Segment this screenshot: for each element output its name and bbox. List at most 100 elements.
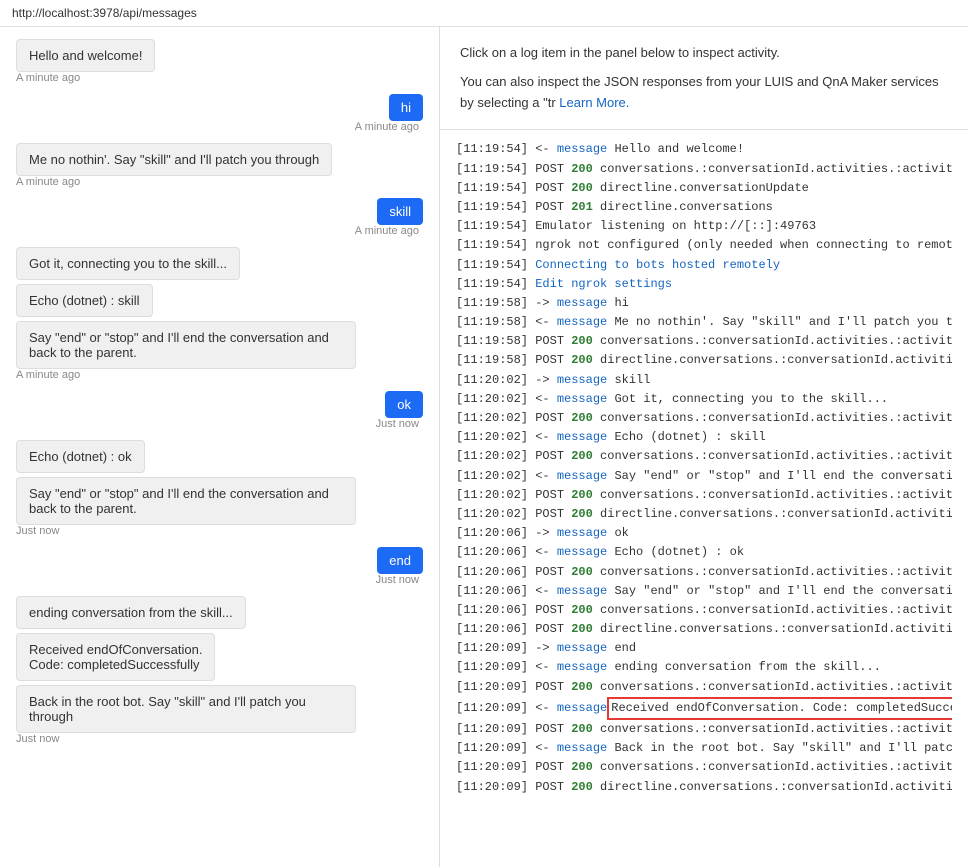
- log-line[interactable]: [11:20:02] <- message Echo (dotnet) : sk…: [456, 428, 952, 447]
- log-line[interactable]: [11:19:54] ngrok not configured (only ne…: [456, 236, 952, 255]
- log-type-link[interactable]: message: [557, 741, 607, 755]
- log-type-link[interactable]: message: [557, 584, 607, 598]
- log-line[interactable]: [11:20:06] -> message ok: [456, 524, 952, 543]
- log-dir: <-: [535, 701, 549, 715]
- chat-section-end: end Just now: [16, 547, 423, 592]
- log-type-link[interactable]: message: [557, 430, 607, 444]
- log-line[interactable]: [11:20:06] <- message Echo (dotnet) : ok: [456, 543, 952, 562]
- log-time: [11:19:54]: [456, 258, 528, 272]
- log-link[interactable]: Edit ngrok settings: [535, 277, 672, 291]
- log-time: [11:20:06]: [456, 603, 528, 617]
- log-type-link[interactable]: message: [557, 641, 607, 655]
- user-bubble-hi: hi: [389, 94, 423, 121]
- log-time: [11:20:02]: [456, 430, 528, 444]
- bot-bubble-echo-skill: Echo (dotnet) : skill: [16, 284, 153, 317]
- log-type-link[interactable]: message: [557, 373, 607, 387]
- log-dir: <-: [535, 741, 549, 755]
- log-text: Echo (dotnet) : ok: [607, 545, 744, 559]
- log-line[interactable]: [11:20:09] POST 200 directline.conversat…: [456, 778, 952, 797]
- log-type-link[interactable]: message: [557, 315, 607, 329]
- log-line[interactable]: [11:19:58] <- message Me no nothin'. Say…: [456, 313, 952, 332]
- log-time: [11:20:02]: [456, 411, 528, 425]
- log-line[interactable]: [11:20:02] POST 200 conversations.:conve…: [456, 447, 952, 466]
- log-line[interactable]: [11:20:09] POST 200 conversations.:conve…: [456, 720, 952, 739]
- log-line[interactable]: [11:19:54] POST 200 conversations.:conve…: [456, 160, 952, 179]
- log-post: POST: [535, 622, 564, 636]
- log-type-link[interactable]: message: [557, 392, 607, 406]
- log-line[interactable]: [11:20:02] POST 200 directline.conversat…: [456, 505, 952, 524]
- log-line[interactable]: [11:20:02] <- message Got it, connecting…: [456, 390, 952, 409]
- log-line[interactable]: [11:20:02] <- message Say "end" or "stop…: [456, 467, 952, 486]
- log-line[interactable]: [11:20:09] <- message ending conversatio…: [456, 658, 952, 677]
- log-line[interactable]: [11:20:06] POST 200 conversations.:conve…: [456, 563, 952, 582]
- log-time: [11:20:06]: [456, 545, 528, 559]
- log-text: directline.conversationUpdate: [593, 181, 809, 195]
- log-line[interactable]: [11:20:09] POST 200 conversations.:conve…: [456, 758, 952, 777]
- log-type-link[interactable]: message: [557, 660, 607, 674]
- log-line[interactable]: [11:19:54] Emulator listening on http://…: [456, 217, 952, 236]
- timestamp-menonothin: A minute ago: [16, 176, 423, 188]
- log-line[interactable]: [11:20:02] -> message skill: [456, 371, 952, 390]
- log-text: Say "end" or "stop" and I'll end the con…: [607, 584, 952, 598]
- log-line[interactable]: [11:20:02] POST 200 conversations.:conve…: [456, 486, 952, 505]
- inspector-panel: Click on a log item in the panel below t…: [440, 27, 968, 867]
- log-type-link[interactable]: message: [557, 701, 607, 715]
- log-line[interactable]: [11:20:09] <- message Received endOfConv…: [456, 697, 952, 720]
- log-time: [11:19:58]: [456, 296, 528, 310]
- learn-more-link[interactable]: Learn More.: [559, 95, 629, 110]
- log-line[interactable]: [11:19:54] <- message Hello and welcome!: [456, 140, 952, 159]
- log-time: [11:20:06]: [456, 584, 528, 598]
- log-text: end: [607, 641, 636, 655]
- log-line[interactable]: [11:19:58] POST 200 conversations.:conve…: [456, 332, 952, 351]
- log-post: POST: [535, 780, 564, 794]
- log-type-link[interactable]: message: [557, 526, 607, 540]
- log-line[interactable]: [11:19:54] Edit ngrok settings: [456, 275, 952, 294]
- log-time: [11:20:06]: [456, 622, 528, 636]
- log-post: POST: [535, 565, 564, 579]
- log-line[interactable]: [11:19:58] -> message hi: [456, 294, 952, 313]
- inspector-top: Click on a log item in the panel below t…: [440, 27, 968, 130]
- log-text: directline.conversations.:conversationId…: [593, 780, 952, 794]
- log-type-link[interactable]: message: [557, 296, 607, 310]
- log-line[interactable]: [11:19:54] Connecting to bots hosted rem…: [456, 256, 952, 275]
- log-text: conversations.:conversationId.activities…: [593, 488, 952, 502]
- log-time: [11:20:09]: [456, 780, 528, 794]
- log-text: conversations.:conversationId.activities…: [593, 449, 952, 463]
- log-post: POST: [535, 680, 564, 694]
- log-text: ngrok not configured (only needed when c…: [535, 238, 952, 252]
- log-text: Say "end" or "stop" and I'll end the con…: [607, 469, 952, 483]
- log-line[interactable]: [11:20:06] <- message Say "end" or "stop…: [456, 582, 952, 601]
- chat-panel: Hello and welcome! A minute ago hi A min…: [0, 27, 440, 867]
- log-line[interactable]: [11:20:09] POST 200 conversations.:conve…: [456, 678, 952, 697]
- log-type-link[interactable]: message: [557, 142, 607, 156]
- log-time: [11:19:54]: [456, 181, 528, 195]
- log-line[interactable]: [11:20:06] POST 200 directline.conversat…: [456, 620, 952, 639]
- log-line[interactable]: [11:20:06] POST 200 conversations.:conve…: [456, 601, 952, 620]
- bot-bubble-menonothin: Me no nothin'. Say "skill" and I'll patc…: [16, 143, 332, 176]
- log-dir: <-: [535, 660, 549, 674]
- log-line[interactable]: [11:19:54] POST 200 directline.conversat…: [456, 179, 952, 198]
- log-dir: ->: [535, 373, 549, 387]
- log-time: [11:19:54]: [456, 277, 528, 291]
- timestamp-end: Just now: [376, 574, 419, 586]
- bot-bubble-sayend1: Say "end" or "stop" and I'll end the con…: [16, 321, 356, 369]
- log-text: directline.conversations: [593, 200, 773, 214]
- log-post: POST: [535, 507, 564, 521]
- log-link[interactable]: Connecting to bots hosted remotely: [535, 258, 780, 272]
- log-status: 200: [571, 760, 593, 774]
- log-time: [11:20:02]: [456, 488, 528, 502]
- log-line[interactable]: [11:20:09] <- message Back in the root b…: [456, 739, 952, 758]
- log-text-highlighted: Received endOfConversation. Code: comple…: [607, 697, 952, 720]
- log-line[interactable]: [11:19:54] POST 201 directline.conversat…: [456, 198, 952, 217]
- log-line[interactable]: [11:19:58] POST 200 directline.conversat…: [456, 351, 952, 370]
- chat-section-ok: ok Just now: [16, 391, 423, 436]
- log-line[interactable]: [11:20:09] -> message end: [456, 639, 952, 658]
- log-time: [11:19:58]: [456, 353, 528, 367]
- log-type-link[interactable]: message: [557, 469, 607, 483]
- log-line[interactable]: [11:20:02] POST 200 conversations.:conve…: [456, 409, 952, 428]
- log-type-link[interactable]: message: [557, 545, 607, 559]
- log-status: 200: [571, 722, 593, 736]
- log-time: [11:19:54]: [456, 142, 528, 156]
- log-status: 200: [571, 449, 593, 463]
- log-status: 200: [571, 603, 593, 617]
